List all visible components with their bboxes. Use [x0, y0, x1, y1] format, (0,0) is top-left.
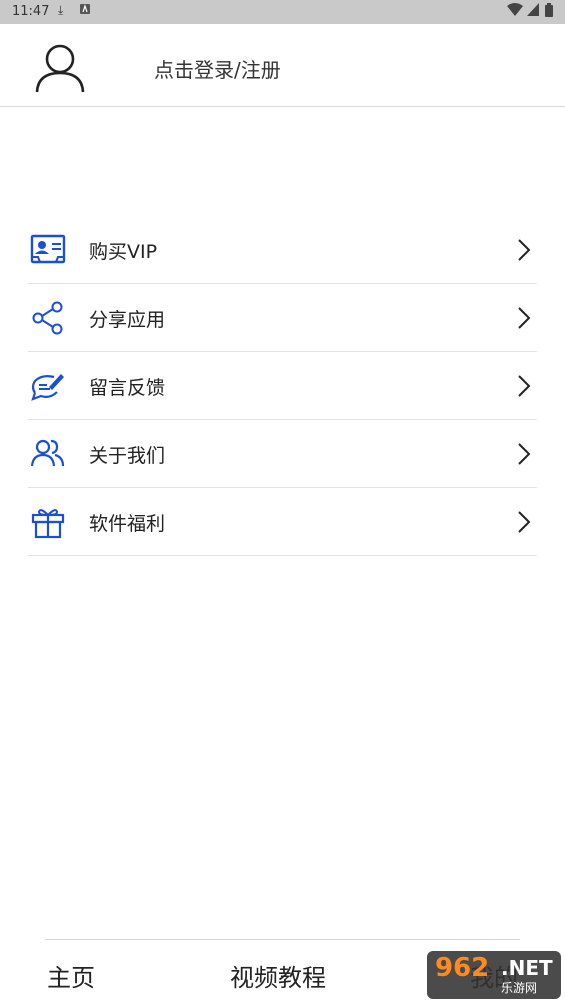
chevron-right-icon [517, 306, 531, 330]
menu-item-label: 购买VIP [89, 241, 158, 263]
share-icon [30, 301, 66, 335]
watermark-net: .NET [501, 956, 553, 980]
menu-item-label: 关于我们 [89, 445, 166, 467]
about-users-icon [30, 437, 66, 471]
chevron-right-icon [517, 510, 531, 534]
menu-item-label: 软件福利 [89, 513, 166, 535]
signal-icon [527, 3, 539, 19]
wifi-icon [507, 3, 523, 19]
status-bar: 11:47 ⤓ [0, 0, 565, 24]
bottom-nav-divider [45, 939, 520, 940]
download-icon: ⤓ [58, 3, 64, 17]
menu-item-label: 分享应用 [89, 309, 166, 331]
login-header[interactable]: 点击登录/注册 [0, 24, 565, 107]
status-time: 11:47 [12, 4, 50, 19]
feedback-icon [30, 369, 66, 403]
menu-item-about-us[interactable]: 关于我们 [28, 420, 537, 488]
menu-item-feedback[interactable]: 留言反馈 [28, 352, 537, 420]
site-watermark-logo: 962 .NET 乐游网 [427, 951, 561, 999]
chevron-right-icon [517, 442, 531, 466]
gift-icon [30, 505, 66, 539]
menu-item-label: 留言反馈 [89, 377, 166, 399]
tab-video-tutorials[interactable]: 视频教程 [230, 958, 326, 993]
watermark-number: 962 [435, 953, 490, 983]
menu-item-share-app[interactable]: 分享应用 [28, 284, 537, 352]
app-notification-icon [80, 3, 90, 17]
login-register-link[interactable]: 点击登录/注册 [154, 54, 281, 83]
menu-item-software-benefits[interactable]: 软件福利 [28, 488, 537, 556]
vip-card-icon [30, 233, 66, 267]
battery-icon [545, 3, 553, 20]
watermark-subtitle: 乐游网 [501, 981, 538, 995]
tab-home[interactable]: 主页 [47, 958, 95, 993]
chevron-right-icon [517, 374, 531, 398]
chevron-right-icon [517, 238, 531, 262]
menu-list: 购买VIP 分享应用 留言反馈 关于我们 软件福利 [28, 216, 537, 556]
menu-item-buy-vip[interactable]: 购买VIP [28, 216, 537, 284]
user-avatar-icon[interactable] [34, 42, 86, 94]
